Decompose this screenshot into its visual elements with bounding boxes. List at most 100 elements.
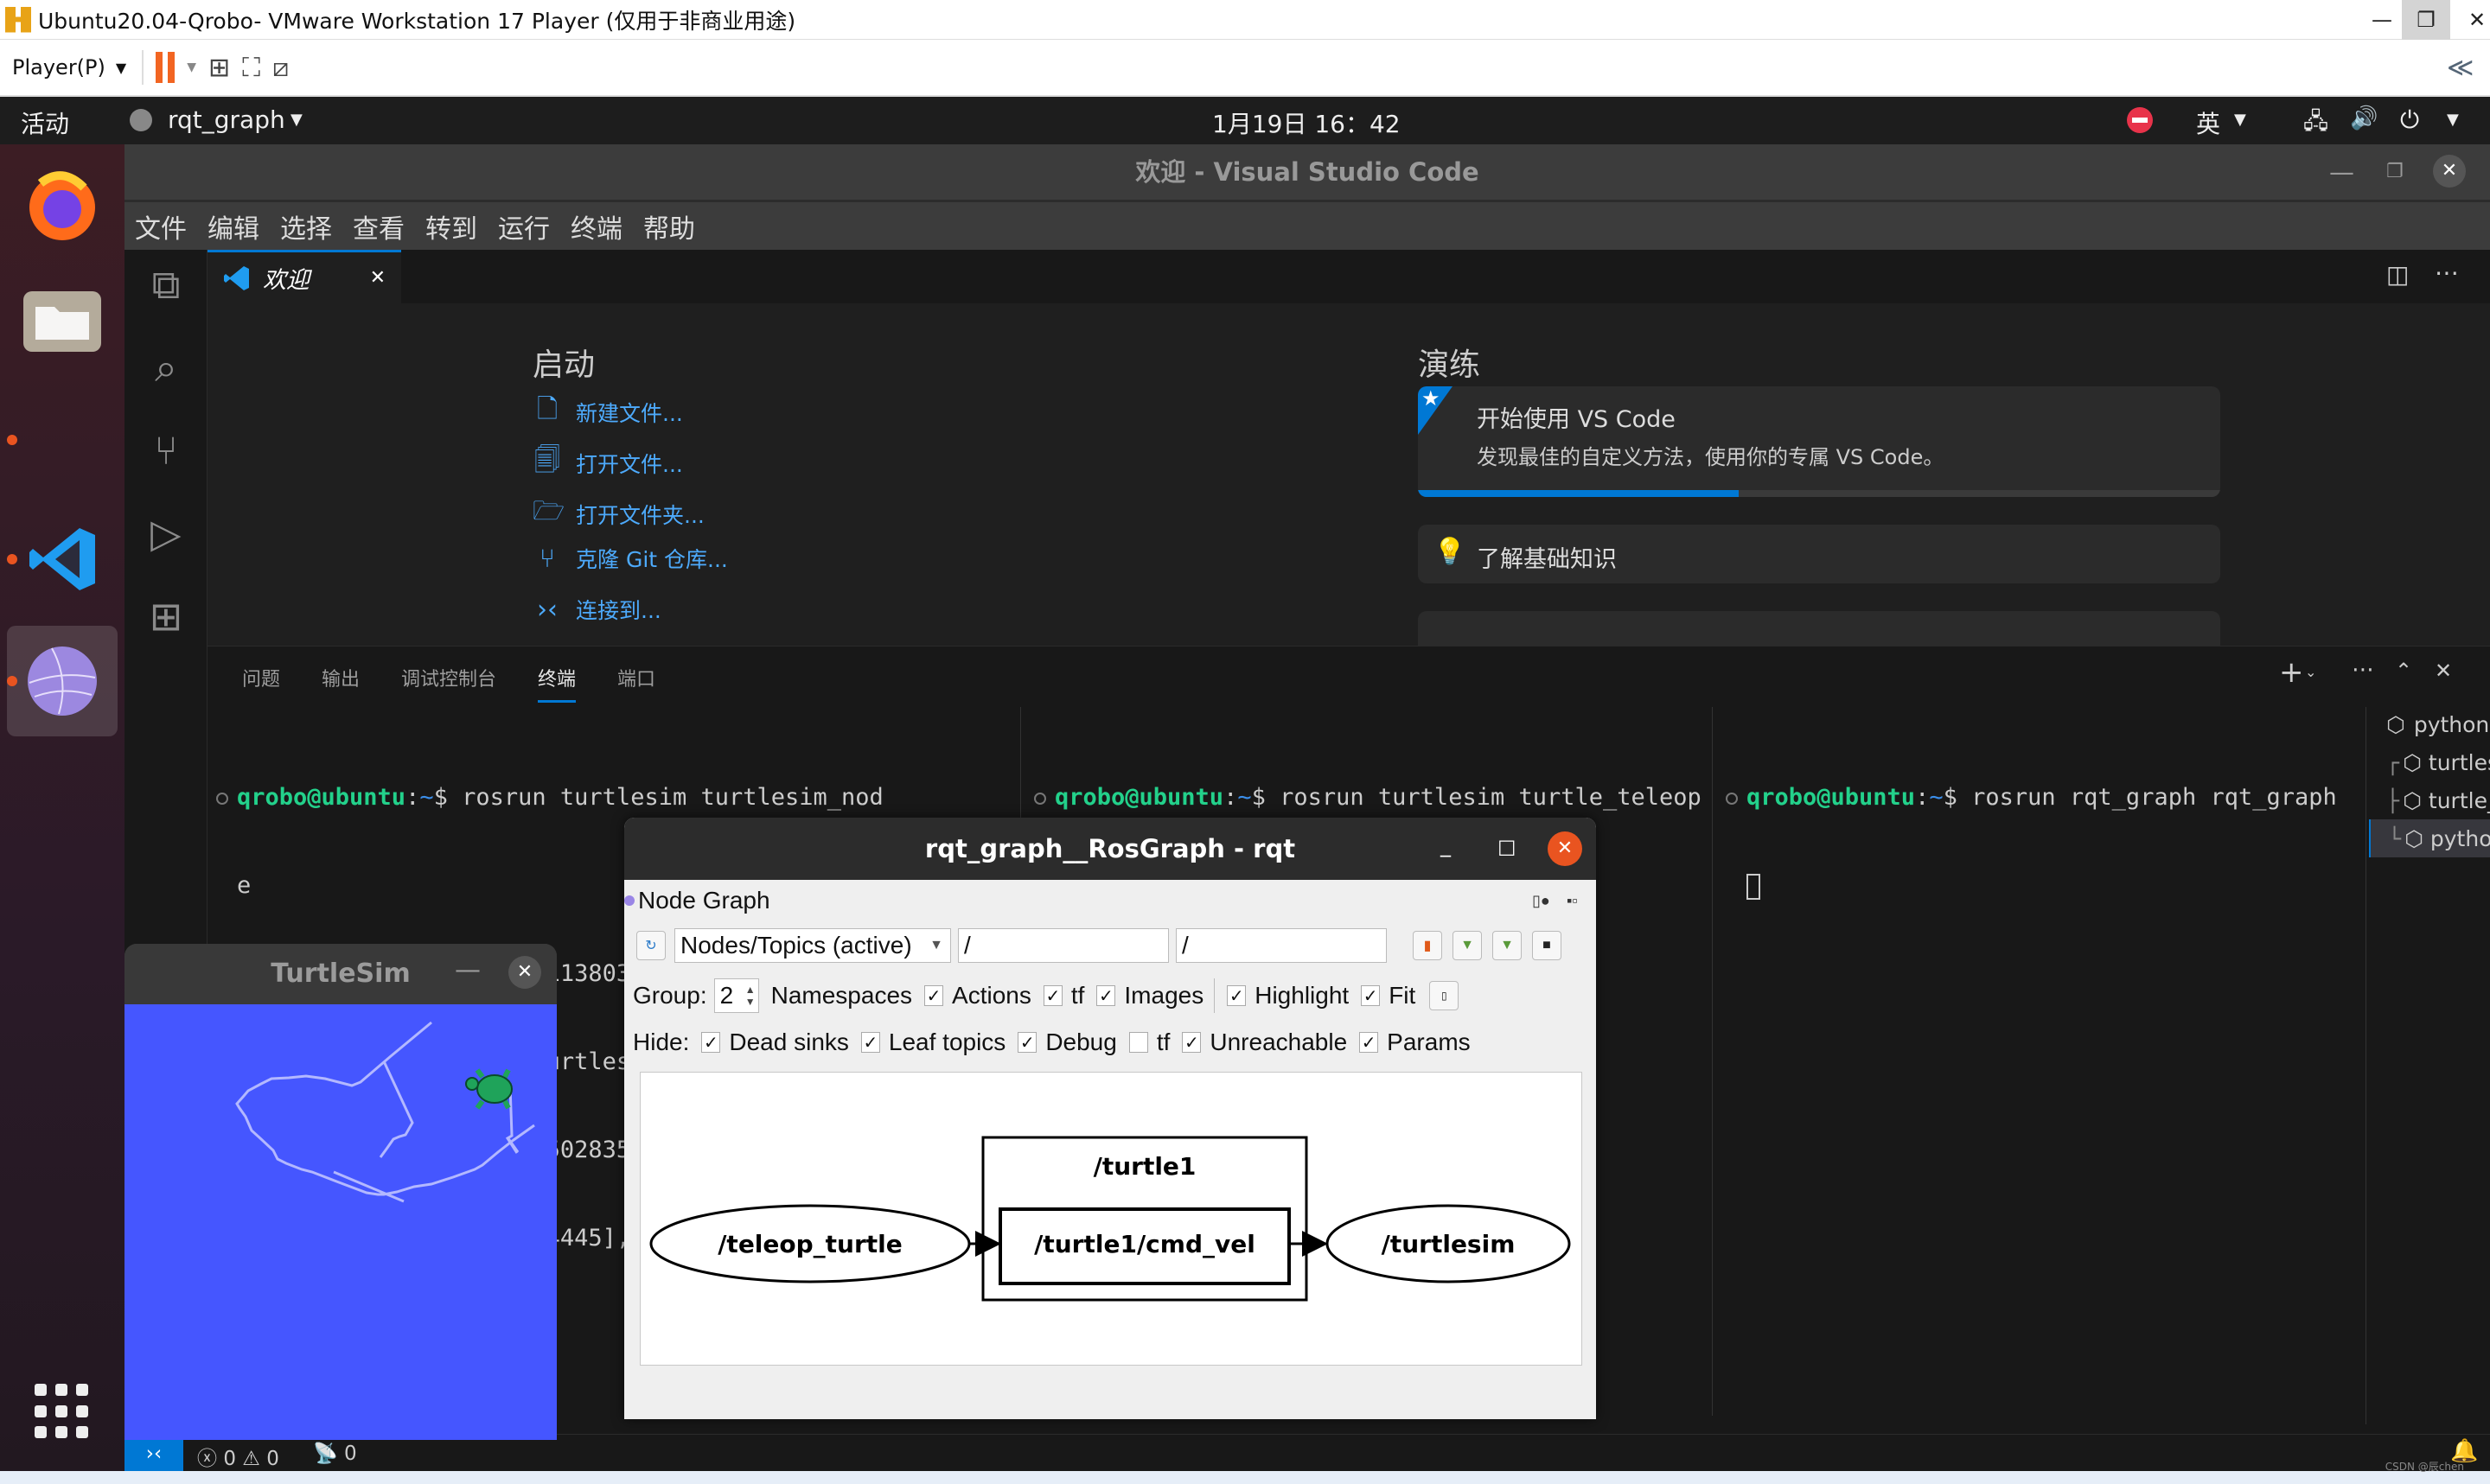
terminal-list-item-selected[interactable]: └⬡python3: [2369, 819, 2490, 857]
highlight-checkbox[interactable]: ✓: [1227, 985, 1247, 1006]
menu-help[interactable]: 帮助: [643, 207, 695, 245]
dock-vscode[interactable]: [19, 516, 105, 602]
do-not-disturb-icon[interactable]: [2127, 107, 2153, 133]
player-menu-caret-icon[interactable]: ▼: [116, 60, 126, 76]
tab-welcome[interactable]: 欢迎 ✕: [208, 250, 401, 303]
pause-menu-caret-icon[interactable]: ▼: [187, 61, 196, 74]
menu-view[interactable]: 查看: [353, 207, 405, 245]
collapse-toolbar-icon[interactable]: ≪: [2447, 53, 2474, 83]
plugin-help-icon[interactable]: ▯●: [1532, 892, 1550, 910]
clone-git-link[interactable]: ⑂ 克隆 Git 仓库...: [533, 543, 728, 574]
refresh-button[interactable]: ↻: [636, 931, 666, 960]
connect-to-link[interactable]: ›‹ 连接到...: [533, 594, 661, 625]
activities-button[interactable]: 活动: [21, 105, 69, 140]
menu-edit[interactable]: 编辑: [208, 207, 259, 245]
input-method-caret-icon[interactable]: ▼: [2234, 111, 2246, 129]
clock[interactable]: 1月19日 16：42: [1212, 105, 1401, 140]
input-method[interactable]: 英: [2196, 105, 2220, 140]
source-control-icon[interactable]: ⑂: [140, 424, 192, 476]
rqt-maximize-button[interactable]: ☐: [1497, 818, 1516, 880]
tab-close-icon[interactable]: ✕: [370, 267, 386, 289]
terminal-list-item[interactable]: ├⬡turtle_te...: [2369, 781, 2490, 819]
vscode-minimize-button[interactable]: —: [2329, 144, 2354, 200]
explorer-icon[interactable]: ⧉: [140, 258, 192, 310]
terminal-3[interactable]: qrobo@ubuntu:~$ rosrun rqt_graph rqt_gra…: [1726, 724, 2337, 959]
send-ctrl-alt-del-icon[interactable]: ⊞: [208, 53, 230, 83]
save-dot-button[interactable]: ▼: [1452, 931, 1482, 960]
close-panel-icon[interactable]: ✕: [2435, 659, 2452, 683]
walkthrough-card-get-started[interactable]: ★ 开始使用 VS Code 发现最佳的自定义方法，使用你的专属 VS Code…: [1418, 386, 2220, 497]
panel-tab-debug-console[interactable]: 调试控制台: [401, 664, 496, 691]
terminal-dropdown-icon[interactable]: ⌄: [2305, 664, 2316, 680]
app-menu[interactable]: rqt_graph: [168, 105, 285, 134]
system-menu-caret-icon[interactable]: ▼: [2447, 111, 2459, 129]
terminal-list-item[interactable]: ⬡python3: [2369, 705, 2490, 743]
load-dot-button[interactable]: ▮: [1413, 931, 1442, 960]
plugin-close-icon[interactable]: ▪▫: [1567, 892, 1578, 910]
problems-status[interactable]: ⓧ 0 ⚠ 0: [197, 1442, 279, 1471]
panel-tab-ports[interactable]: 端口: [617, 664, 655, 691]
menu-go[interactable]: 转到: [425, 207, 477, 245]
fullscreen-icon[interactable]: ⛶: [242, 53, 260, 83]
search-icon[interactable]: ⌕: [140, 341, 192, 393]
dock-rqt[interactable]: [7, 626, 118, 736]
turtlesim-close-button[interactable]: ✕: [508, 956, 541, 989]
graph-mode-select[interactable]: Nodes/Topics (active) ▼: [674, 928, 951, 963]
group-spinbox[interactable]: 2 ▲ ▼: [713, 978, 759, 1013]
open-file-link[interactable]: 🗐 打开文件...: [533, 441, 683, 485]
pause-button[interactable]: [156, 52, 176, 83]
vscode-close-button[interactable]: ✕: [2433, 155, 2466, 188]
network-icon[interactable]: 🖧: [2303, 105, 2328, 143]
panel-tab-terminal[interactable]: 终端: [538, 664, 577, 703]
rqt-minimize-button[interactable]: _: [1440, 818, 1451, 876]
params-checkbox[interactable]: ✓: [1359, 1032, 1379, 1053]
unreachable-checkbox[interactable]: ✓: [1182, 1032, 1202, 1053]
dead-sinks-checkbox[interactable]: ✓: [701, 1032, 721, 1053]
node-filter-input[interactable]: /: [958, 928, 1169, 963]
dock-firefox[interactable]: [19, 162, 105, 248]
player-menu[interactable]: Player(P): [12, 55, 105, 80]
ports-status[interactable]: 📡 0: [313, 1442, 357, 1465]
save-image-button[interactable]: ■: [1532, 931, 1561, 960]
tf-images-checkbox[interactable]: ✓: [1096, 985, 1116, 1006]
app-menu-caret-icon[interactable]: ▼: [290, 111, 303, 129]
fit-view-button[interactable]: ▯: [1429, 981, 1459, 1010]
hide-tf-checkbox[interactable]: [1128, 1032, 1148, 1053]
new-file-link[interactable]: 🗋 新建文件...: [533, 390, 683, 434]
dock-files[interactable]: [19, 278, 105, 365]
walkthrough-card-basics[interactable]: 💡 了解基础知识: [1418, 525, 2220, 583]
panel-tab-output[interactable]: 输出: [322, 664, 360, 691]
menu-terminal[interactable]: 终端: [571, 207, 622, 245]
panel-more-icon[interactable]: ⋯: [2352, 657, 2374, 683]
namespaces-checkbox[interactable]: ✓: [924, 985, 944, 1006]
new-terminal-icon[interactable]: +: [2279, 655, 2304, 690]
save-svg-button[interactable]: ▼: [1492, 931, 1522, 960]
rqt-close-button[interactable]: ✕: [1548, 831, 1582, 866]
topic-filter-input[interactable]: /: [1176, 928, 1387, 963]
walkthrough-card-more[interactable]: [1418, 611, 2220, 646]
show-applications-button[interactable]: [35, 1384, 90, 1439]
vscode-restore-button[interactable]: ❐: [2386, 144, 2404, 200]
vm-close-button[interactable]: ✕: [2447, 0, 2490, 40]
leaf-topics-checkbox[interactable]: ✓: [860, 1032, 880, 1053]
maximize-panel-icon[interactable]: ⌃: [2395, 659, 2412, 683]
split-editor-icon[interactable]: ◫: [2386, 260, 2409, 289]
graph-canvas[interactable]: /teleop_turtle /turtle1 /turtle1/cmd_vel…: [640, 1072, 1582, 1366]
fit-checkbox[interactable]: ✓: [1361, 985, 1381, 1006]
menu-selection[interactable]: 选择: [280, 207, 332, 245]
actions-tf-checkbox[interactable]: ✓: [1043, 985, 1063, 1006]
menu-file[interactable]: 文件: [135, 207, 187, 245]
extensions-icon[interactable]: ⊞: [140, 590, 192, 642]
menu-run[interactable]: 运行: [498, 207, 550, 245]
run-debug-icon[interactable]: ▷: [140, 507, 192, 559]
terminal-list-item[interactable]: ┌⬡turtlesim...: [2369, 743, 2490, 781]
volume-icon[interactable]: 🔊: [2350, 105, 2378, 131]
unity-mode-icon[interactable]: ⧄: [272, 53, 289, 83]
remote-indicator-icon[interactable]: ›‹: [124, 1435, 183, 1473]
panel-tab-problems[interactable]: 问题: [242, 664, 280, 691]
more-actions-icon[interactable]: ⋯: [2435, 258, 2459, 287]
open-folder-link[interactable]: 🗁 打开文件夹...: [533, 492, 705, 536]
vm-restore-button[interactable]: ❐: [2402, 0, 2450, 40]
power-icon[interactable]: ⏻: [2400, 105, 2419, 135]
turtlesim-minimize-button[interactable]: —: [455, 944, 481, 1001]
